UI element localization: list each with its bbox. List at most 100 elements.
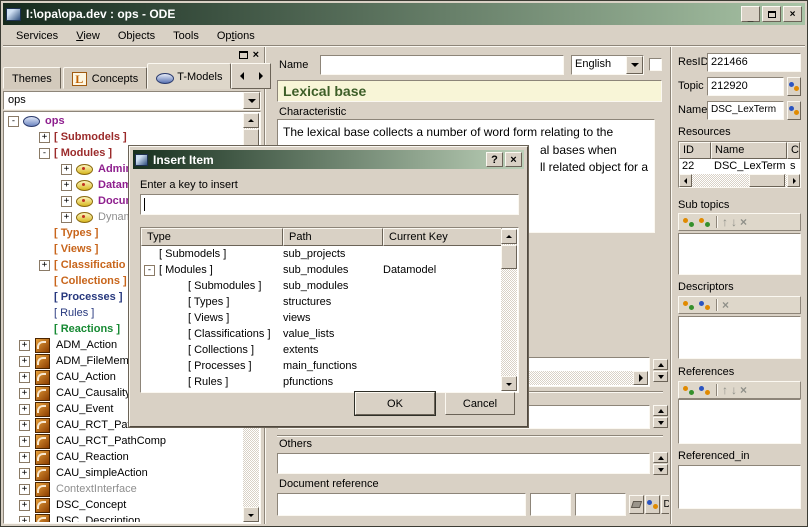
right-splitter[interactable]	[670, 47, 672, 524]
scrollbar-thumb[interactable]	[501, 245, 517, 269]
tree-expander-icon[interactable]: +	[19, 340, 30, 351]
table-row[interactable]: [ Submodels ] sub_projects	[141, 246, 502, 262]
document-reference-field2[interactable]	[530, 493, 571, 516]
tree-expander-icon[interactable]: +	[61, 212, 72, 223]
scrollbar-thumb[interactable]	[749, 174, 785, 187]
delete-icon[interactable]: ×	[740, 215, 747, 229]
menu-item[interactable]: Options	[208, 28, 264, 44]
move-up-icon[interactable]: ↑	[722, 216, 728, 228]
referenced-in-list[interactable]	[678, 465, 801, 509]
tree-expander-icon[interactable]: +	[39, 260, 50, 271]
resources-column-header[interactable]: Name	[711, 142, 787, 159]
language-combobox[interactable]: English	[571, 55, 644, 75]
tree-expander-icon[interactable]: -	[39, 148, 50, 159]
move-down-icon[interactable]: ↓	[731, 384, 737, 396]
tree-item[interactable]: + CAU_RCT_PathComp	[5, 433, 243, 449]
table-row[interactable]: [ Collections ] extents	[141, 342, 502, 358]
delete-icon[interactable]: ×	[740, 383, 747, 397]
topic-link-button[interactable]	[787, 77, 801, 96]
close-button[interactable]: ×	[783, 6, 802, 22]
table-row[interactable]: -[ Modules ] sub_modules Datamodel	[141, 262, 502, 278]
sub-topics-list[interactable]	[678, 233, 801, 275]
delete-reference-button[interactable]: Del	[661, 495, 669, 514]
add-reference-icon[interactable]	[682, 384, 695, 397]
name-input[interactable]	[320, 55, 564, 75]
tree-item[interactable]: + CAU_Reaction	[5, 449, 243, 465]
table-row[interactable]: [ Types ] structures	[141, 294, 502, 310]
tree-item[interactable]: + ContextInterface	[5, 481, 243, 497]
references-list[interactable]	[678, 399, 801, 444]
spin-up-button[interactable]	[653, 452, 668, 463]
tree-expander-icon[interactable]: +	[19, 484, 30, 495]
document-reference-field3[interactable]	[575, 493, 626, 516]
menu-item[interactable]: Tools	[164, 28, 208, 44]
resid-input[interactable]: 221466	[707, 53, 801, 72]
tree-expander-icon[interactable]: +	[19, 516, 30, 523]
table-row[interactable]: [ Rules ] pfunctions	[141, 374, 502, 390]
titlebar[interactable]: I:\opa\opa.dev : ops - ODE _ ×	[3, 3, 805, 25]
spin-down-button[interactable]	[653, 371, 668, 382]
table-row[interactable]: [ Views ] views	[141, 310, 502, 326]
menu-item[interactable]: View	[67, 28, 109, 44]
tree-expander-icon[interactable]: -	[144, 265, 155, 276]
tree-expander-icon[interactable]: +	[61, 164, 72, 175]
tree-expander-icon[interactable]: +	[19, 452, 30, 463]
dialog-titlebar[interactable]: Insert Item ? ×	[133, 150, 524, 169]
tree-expander-icon[interactable]: +	[19, 372, 30, 383]
tree-expander-icon[interactable]: +	[19, 468, 30, 479]
add-subtopic-icon[interactable]	[682, 216, 695, 229]
table-row[interactable]: [ Classifications ] value_lists	[141, 326, 502, 342]
tab-t-models[interactable]: T-Models	[147, 63, 231, 89]
minimize-button[interactable]: _	[741, 6, 760, 22]
float-panel-icon[interactable]	[239, 51, 248, 59]
table-scrollbar[interactable]	[501, 229, 517, 391]
tree-expander-icon[interactable]: +	[19, 420, 30, 431]
scroll-right-button[interactable]	[787, 174, 800, 187]
column-header[interactable]: Current Key	[383, 228, 502, 246]
tree-item[interactable]: + [ Submodels ]	[5, 129, 243, 145]
tree-expander-icon[interactable]: +	[19, 436, 30, 447]
resources-column-header[interactable]: C	[787, 142, 800, 159]
cancel-button[interactable]: Cancel	[445, 392, 515, 415]
link-descriptor-icon[interactable]	[698, 299, 711, 312]
link-button[interactable]	[645, 495, 660, 514]
panel-close-icon[interactable]: ×	[253, 50, 259, 60]
tree-expander-icon[interactable]: +	[19, 404, 30, 415]
ok-button[interactable]: OK	[355, 392, 435, 415]
key-input[interactable]	[140, 194, 519, 215]
scroll-left-button[interactable]	[679, 174, 692, 187]
tree-expander-icon[interactable]: +	[39, 132, 50, 143]
tab-concepts[interactable]: L Concepts	[63, 67, 147, 89]
resources-column-header[interactable]: ID	[679, 142, 711, 159]
scroll-right-button[interactable]	[633, 371, 648, 385]
spin-down-button[interactable]	[653, 417, 668, 428]
language-checkbox[interactable]	[649, 58, 662, 71]
tab-scroll-right-button[interactable]	[251, 64, 270, 88]
tree-expander-icon[interactable]: +	[61, 180, 72, 191]
spin-up-button[interactable]	[653, 405, 668, 416]
menu-item[interactable]: Objects	[109, 28, 164, 44]
scroll-up-button[interactable]	[243, 113, 259, 128]
move-up-icon[interactable]: ↑	[722, 384, 728, 396]
maximize-button[interactable]	[762, 6, 781, 22]
stamp-button[interactable]	[629, 495, 644, 514]
menu-item[interactable]: Services	[7, 28, 67, 44]
tree-expander-icon[interactable]: +	[19, 388, 30, 399]
model-combobox[interactable]: ops	[3, 91, 261, 110]
add-subtopic-alt-icon[interactable]	[698, 216, 711, 229]
column-header[interactable]: Type	[141, 228, 283, 246]
tree-item[interactable]: - ops	[5, 113, 243, 129]
delete-icon[interactable]: ×	[722, 298, 729, 312]
dialog-close-button[interactable]: ×	[505, 152, 522, 167]
tab-scroll-left-button[interactable]	[232, 64, 251, 88]
document-reference-input[interactable]	[277, 493, 526, 516]
table-row[interactable]: [ Submodules ] sub_modules	[141, 278, 502, 294]
tree-expander-icon[interactable]: +	[19, 500, 30, 511]
scroll-up-button[interactable]	[501, 229, 517, 244]
tree-expander-icon[interactable]: +	[61, 196, 72, 207]
tree-item[interactable]: + DSC_Description	[5, 513, 243, 522]
name-link-button[interactable]	[787, 101, 801, 120]
others-input[interactable]	[277, 453, 650, 474]
language-dropdown-button[interactable]	[626, 56, 643, 74]
tree-expander-icon[interactable]: +	[19, 356, 30, 367]
